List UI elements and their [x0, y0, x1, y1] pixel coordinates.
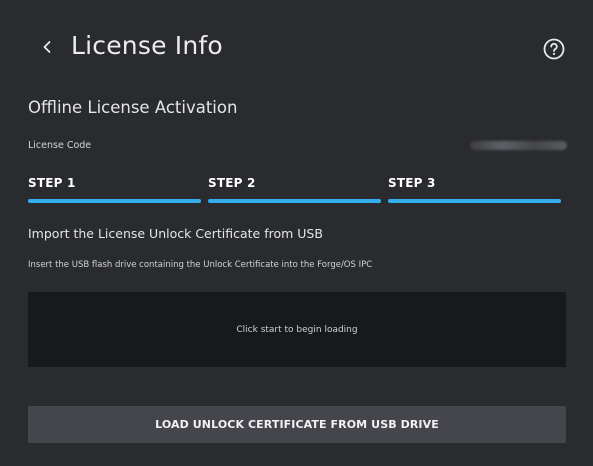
license-info-page: License Info Offline License Activation …	[0, 0, 593, 466]
step-2[interactable]: STEP 2	[208, 176, 381, 206]
instruction-subtitle: Insert the USB flash drive containing th…	[28, 260, 373, 270]
section-title: Offline License Activation	[28, 98, 238, 117]
step-2-label: STEP 2	[208, 176, 256, 190]
step-3-progress-bar	[388, 199, 561, 203]
step-1-label: STEP 1	[28, 176, 76, 190]
step-3-label: STEP 3	[388, 176, 436, 190]
license-code-label: License Code	[28, 140, 92, 151]
load-certificate-button[interactable]: LOAD UNLOCK CERTIFICATE FROM USB DRIVE	[28, 406, 566, 443]
step-1-progress-bar	[28, 199, 201, 203]
chevron-left-icon	[43, 41, 51, 53]
status-log-text: Click start to begin loading	[236, 324, 358, 335]
instruction-title: Import the License Unlock Certificate fr…	[28, 226, 323, 241]
help-circle-icon	[543, 38, 565, 60]
step-3[interactable]: STEP 3	[388, 176, 561, 206]
load-certificate-button-label: LOAD UNLOCK CERTIFICATE FROM USB DRIVE	[155, 418, 439, 431]
stepper: STEP 1 STEP 2 STEP 3	[28, 176, 566, 206]
step-1[interactable]: STEP 1	[28, 176, 201, 206]
back-button[interactable]	[34, 34, 60, 60]
license-code-value-redacted	[470, 141, 567, 150]
status-log-panel: Click start to begin loading	[28, 292, 566, 367]
help-button[interactable]	[542, 37, 566, 61]
step-2-progress-bar	[208, 199, 381, 203]
page-title: License Info	[71, 31, 223, 60]
